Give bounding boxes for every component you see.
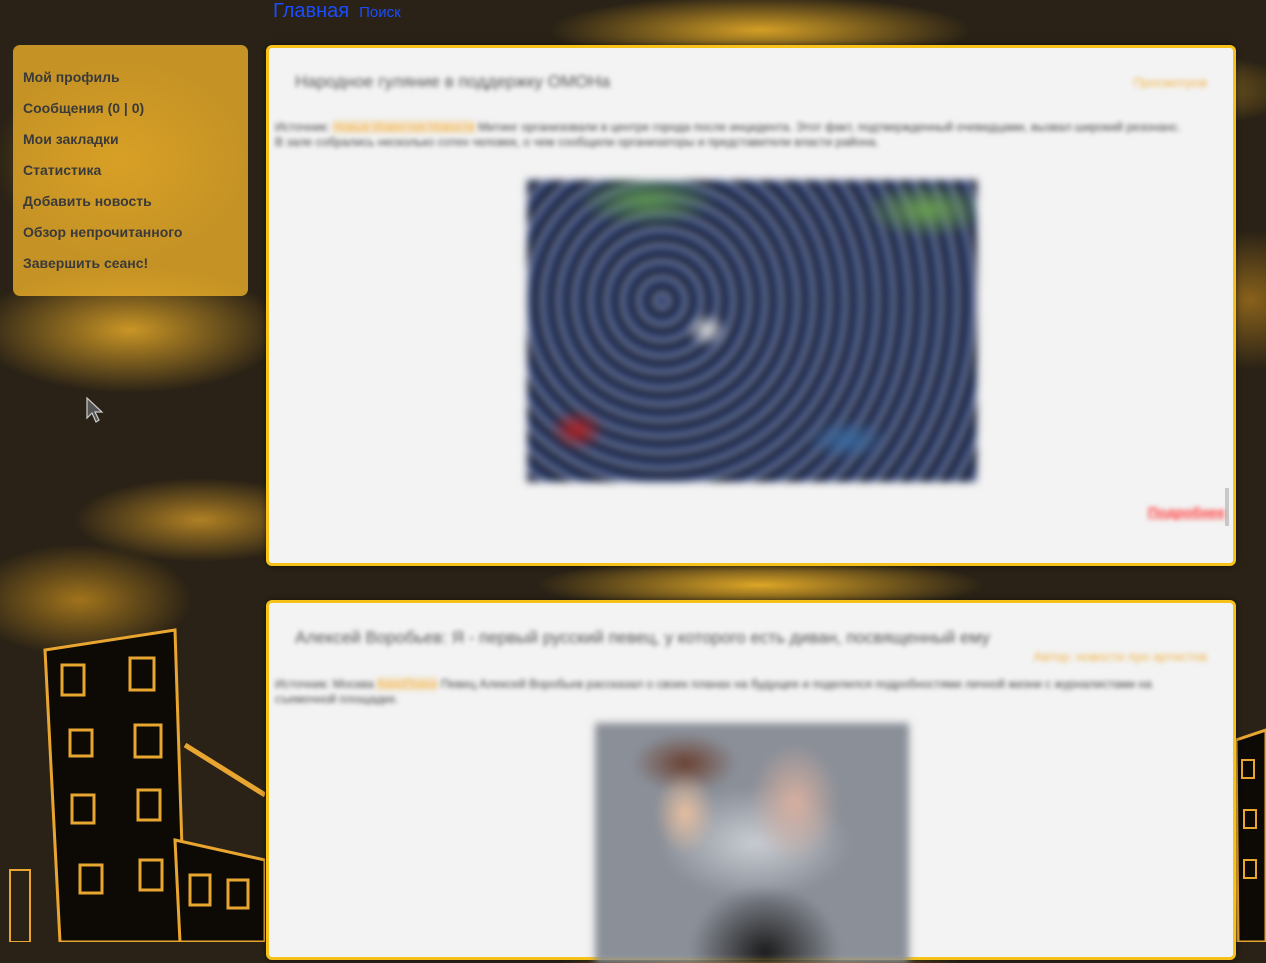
menu-item-statistics[interactable]: Статистика bbox=[23, 160, 238, 191]
search-link[interactable]: Поиск bbox=[359, 4, 401, 21]
menu-item-bookmarks[interactable]: Мои закладки bbox=[23, 129, 238, 160]
home-link[interactable]: Главная bbox=[273, 0, 349, 23]
menu-item-add-news[interactable]: Добавить новость bbox=[23, 191, 238, 222]
crowd-photo bbox=[527, 180, 977, 482]
post-meta: Просмотров bbox=[1133, 75, 1207, 90]
post-title[interactable]: Алексей Воробьев: Я - первый русский пев… bbox=[295, 628, 990, 648]
read-more-link[interactable]: Подробнее bbox=[1148, 504, 1225, 520]
singer-portrait-photo bbox=[595, 723, 909, 963]
top-navigation: Главная Поиск bbox=[273, 0, 401, 26]
menu-item-my-profile[interactable]: Мой профиль bbox=[23, 67, 238, 98]
menu-item-unread-overview[interactable]: Обзор непрочитанного bbox=[23, 222, 238, 253]
post-meta: Автор: новости про артистов bbox=[1033, 649, 1207, 664]
post-title[interactable]: Народное гуляние в поддержку ОМОНа bbox=[295, 72, 610, 92]
mouse-pointer-icon bbox=[86, 396, 104, 423]
post-text: Источник: Новые Известия Новости Митинг … bbox=[275, 120, 1187, 150]
post-source-link[interactable]: КиноПоиск bbox=[377, 677, 438, 691]
news-post-card: Алексей Воробьев: Я - первый русский пев… bbox=[266, 600, 1236, 963]
background-building-right-illustration bbox=[1234, 728, 1266, 942]
post-source-link[interactable]: Новые Известия Новости bbox=[332, 120, 475, 134]
background-buildings-illustration bbox=[9, 628, 265, 942]
menu-item-messages[interactable]: Сообщения (0 | 0) bbox=[23, 98, 238, 129]
post-source-prefix: Источник: Москва bbox=[275, 677, 374, 691]
more-link-divider bbox=[1225, 488, 1229, 526]
post-source-prefix: Источник: bbox=[275, 120, 330, 134]
post-text: Источник: Москва КиноПоиск Певец Алексей… bbox=[275, 677, 1187, 707]
user-menu-panel: Мой профиль Сообщения (0 | 0) Мои заклад… bbox=[13, 45, 248, 296]
menu-item-logout[interactable]: Завершить сеанс! bbox=[23, 253, 238, 284]
news-post-card: Народное гуляние в поддержку ОМОНа Просм… bbox=[266, 45, 1236, 566]
